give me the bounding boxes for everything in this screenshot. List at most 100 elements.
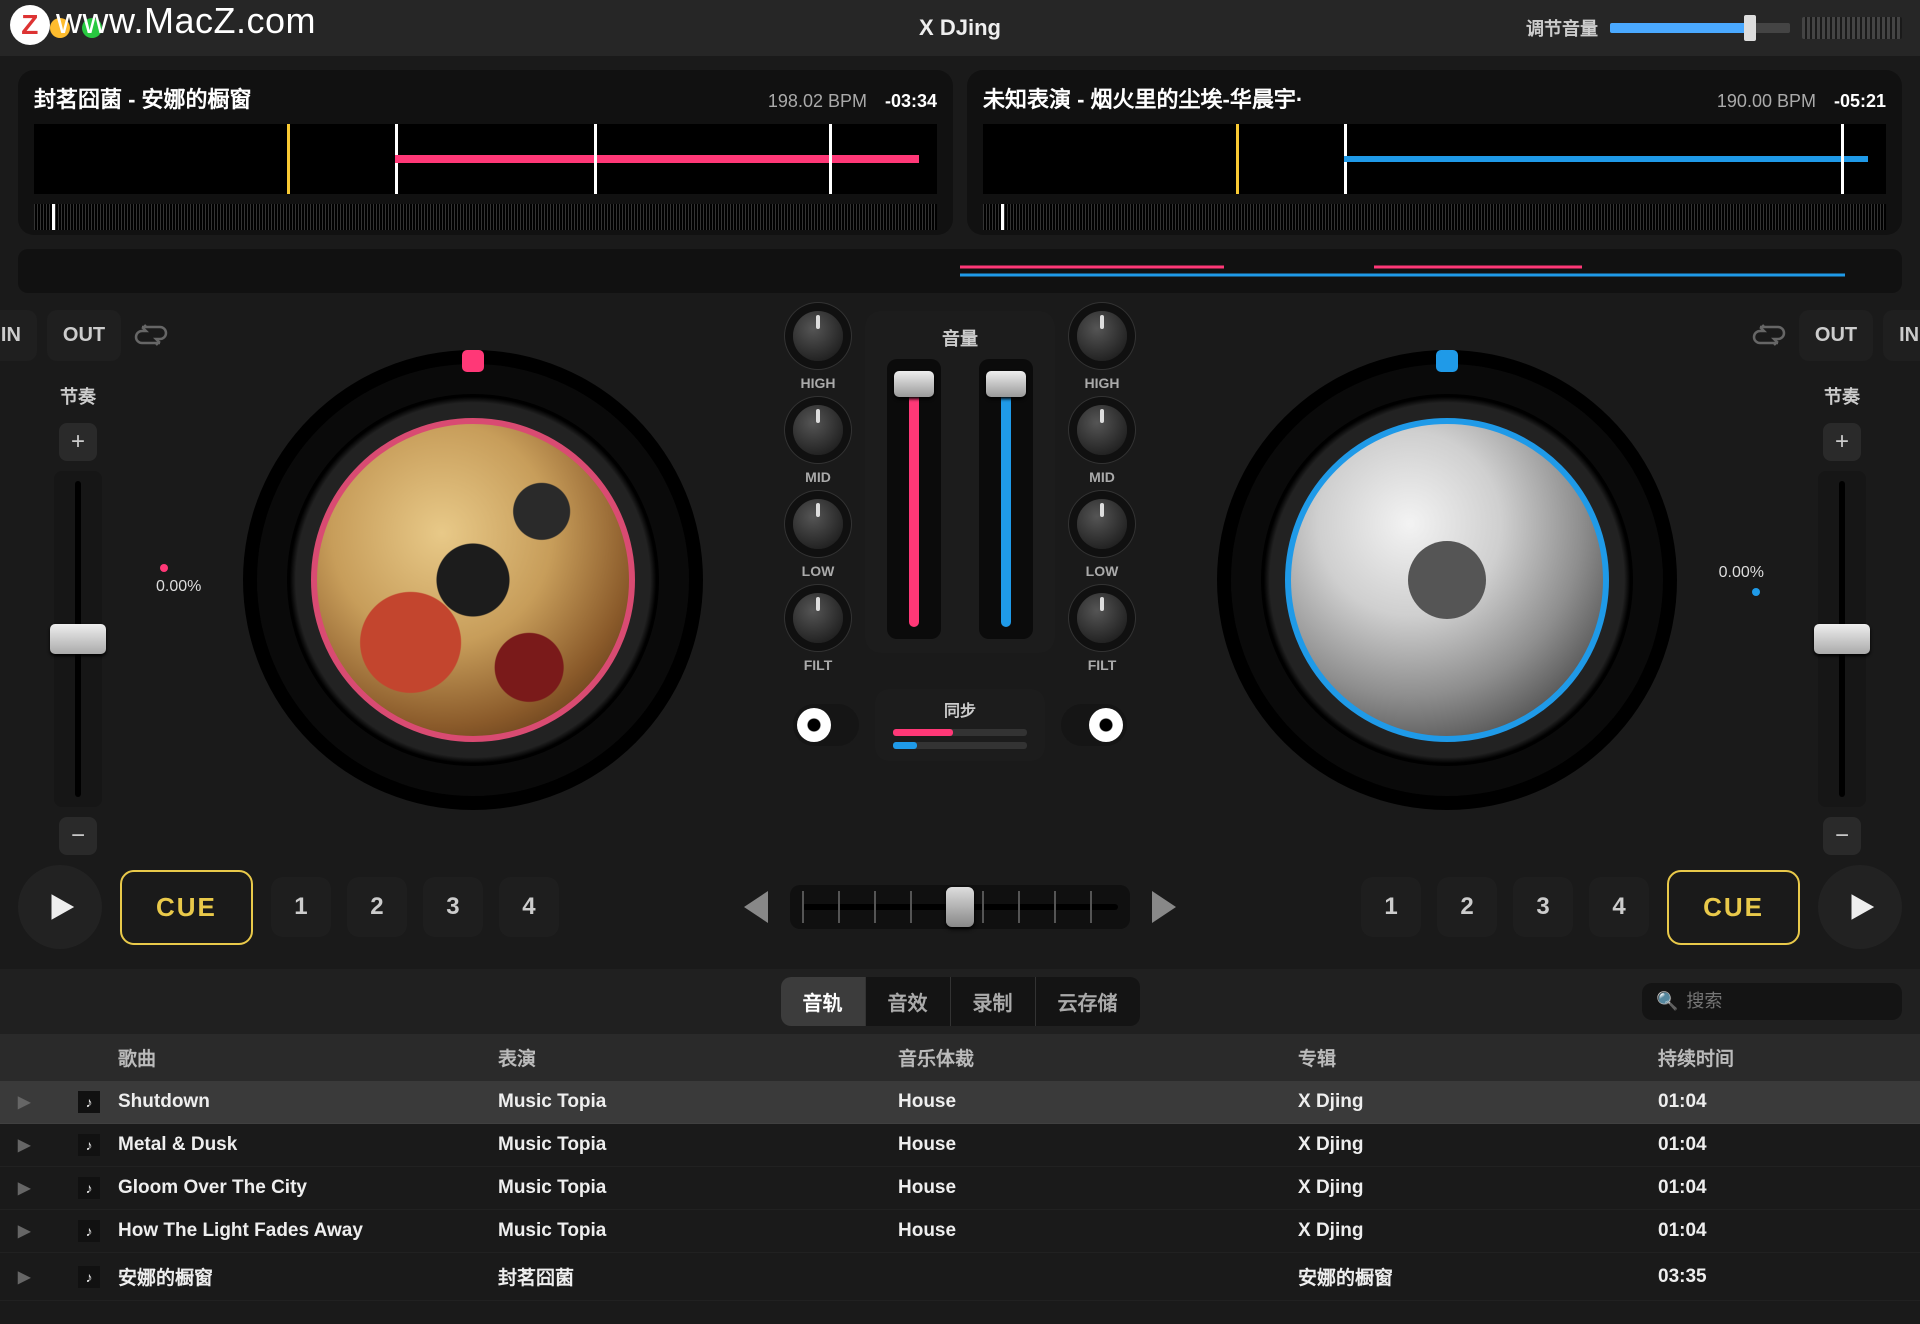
deck-a-volume-fader[interactable] <box>887 359 941 639</box>
track-title: Metal & Dusk <box>118 1134 498 1156</box>
deck-a-hotcue-4[interactable]: 4 <box>499 877 559 937</box>
note-icon: ♪ <box>78 1266 100 1288</box>
track-genre: House <box>898 1091 1298 1113</box>
track-artist: Music Topia <box>498 1091 898 1113</box>
crossfader-nudge-right[interactable] <box>1152 891 1176 923</box>
deck-b-hotcue-3[interactable]: 3 <box>1513 877 1573 937</box>
deck-a-low-knob[interactable] <box>793 499 843 549</box>
col-duration[interactable]: 持续时间 <box>1658 1044 1902 1071</box>
track-artist: Music Topia <box>498 1177 898 1199</box>
deck-b-loop-out-button[interactable]: OUT <box>1799 310 1873 361</box>
timeline-overview[interactable] <box>18 249 1902 293</box>
table-row[interactable]: ▶ ♪ Metal & Dusk Music Topia House X Dji… <box>0 1124 1920 1167</box>
deck-a-bpm: 198.02 BPM <box>768 91 867 112</box>
deck-b-hotcue-1[interactable]: 1 <box>1361 877 1421 937</box>
play-icon[interactable]: ▶ <box>18 1135 78 1155</box>
deck-b-mid-knob[interactable] <box>1077 405 1127 455</box>
table-row[interactable]: ▶ ♪ Shutdown Music Topia House X Djing 0… <box>0 1081 1920 1124</box>
table-row[interactable]: ▶ ♪ 安娜的橱窗 封茗囧菌 安娜的橱窗 03:35 <box>0 1253 1920 1301</box>
table-row[interactable]: ▶ ♪ Gloom Over The City Music Topia Hous… <box>0 1167 1920 1210</box>
deck-b-low-knob[interactable] <box>1077 499 1127 549</box>
track-title: 安娜的橱窗 <box>118 1263 498 1290</box>
deck-a-tempo-label: 节奏 <box>60 383 96 409</box>
deck-a-tempo-value: 0.00% <box>156 578 201 596</box>
play-icon[interactable]: ▶ <box>18 1092 78 1112</box>
track-genre: House <box>898 1177 1298 1199</box>
col-song[interactable]: 歌曲 <box>118 1044 498 1071</box>
deck-a-cue-button[interactable]: CUE <box>120 870 253 945</box>
deck-b-play-button[interactable] <box>1818 865 1902 949</box>
deck-b-waveform[interactable]: 未知表演 - 烟火里的尘埃-华晨宇· 190.00 BPM-05:21 <box>967 70 1902 235</box>
play-icon[interactable]: ▶ <box>18 1267 78 1287</box>
deck-b-tempo-label: 节奏 <box>1824 383 1860 409</box>
close-icon[interactable] <box>18 18 38 38</box>
deck-b-bpm: 190.00 BPM <box>1717 91 1816 112</box>
col-artist[interactable]: 表演 <box>498 1044 898 1071</box>
deck-a-tempo-slider[interactable] <box>54 471 102 807</box>
tab-effects[interactable]: 音效 <box>865 977 950 1026</box>
tab-cloud[interactable]: 云存储 <box>1035 977 1140 1026</box>
play-icon[interactable]: ▶ <box>18 1178 78 1198</box>
track-genre: House <box>898 1220 1298 1242</box>
library-tabs: 音轨 音效 录制 云存储 <box>781 977 1140 1026</box>
maximize-icon[interactable] <box>82 18 102 38</box>
deck-a-track-title: 封茗囧菌 - 安娜的橱窗 <box>34 82 252 114</box>
deck-b-volume-fader[interactable] <box>979 359 1033 639</box>
track-artist: 封茗囧菌 <box>498 1263 898 1290</box>
crossfader[interactable] <box>790 885 1130 929</box>
deck-a-cue-monitor-toggle[interactable] <box>793 704 859 746</box>
library-header: 歌曲 表演 音乐体裁 专辑 持续时间 <box>0 1034 1920 1081</box>
track-album: X Djing <box>1298 1134 1658 1156</box>
tab-record[interactable]: 录制 <box>950 977 1035 1026</box>
deck-b-loop-in-button[interactable]: IN <box>1883 310 1920 361</box>
track-genre: House <box>898 1134 1298 1156</box>
deck-a-jog-wheel[interactable] <box>243 350 703 810</box>
track-duration: 01:04 <box>1658 1134 1902 1156</box>
deck-a-tempo-dot <box>160 564 168 572</box>
deck-a-waveform[interactable]: 封茗囧菌 - 安娜的橱窗 198.02 BPM-03:34 <box>18 70 953 235</box>
crossfader-nudge-left[interactable] <box>744 891 768 923</box>
deck-b-filter-knob[interactable] <box>1077 593 1127 643</box>
deck-b-hotcue-4[interactable]: 4 <box>1589 877 1649 937</box>
deck-b-tempo-dot <box>1752 588 1760 596</box>
sync-label: 同步 <box>944 697 976 721</box>
deck-b-hotcue-2[interactable]: 2 <box>1437 877 1497 937</box>
tab-tracks[interactable]: 音轨 <box>781 977 865 1026</box>
deck-a-mid-knob[interactable] <box>793 405 843 455</box>
deck-a-tempo-plus-button[interactable]: + <box>59 423 97 461</box>
track-title: How The Light Fades Away <box>118 1220 498 1242</box>
deck-a-loop-in-button[interactable]: IN <box>0 310 37 361</box>
deck-b-cue-button[interactable]: CUE <box>1667 870 1800 945</box>
deck-a-filter-knob[interactable] <box>793 593 843 643</box>
track-duration: 03:35 <box>1658 1266 1902 1288</box>
deck-b-high-knob[interactable] <box>1077 311 1127 361</box>
deck-a-hotcue-2[interactable]: 2 <box>347 877 407 937</box>
deck-a-loop-out-button[interactable]: OUT <box>47 310 121 361</box>
deck-b-tempo-minus-button[interactable]: − <box>1823 817 1861 855</box>
deck-a-tempo-minus-button[interactable]: − <box>59 817 97 855</box>
deck-b-tempo-plus-button[interactable]: + <box>1823 423 1861 461</box>
deck-a-hotcue-1[interactable]: 1 <box>271 877 331 937</box>
track-duration: 01:04 <box>1658 1177 1902 1199</box>
deck-b-loop-icon[interactable] <box>1749 320 1789 350</box>
table-row[interactable]: ▶ ♪ How The Light Fades Away Music Topia… <box>0 1210 1920 1253</box>
track-album: X Djing <box>1298 1177 1658 1199</box>
deck-b-jog-wheel[interactable] <box>1217 350 1677 810</box>
play-icon[interactable]: ▶ <box>18 1221 78 1241</box>
track-album: X Djing <box>1298 1091 1658 1113</box>
master-volume-slider[interactable] <box>1610 23 1790 33</box>
deck-b-tempo-slider[interactable] <box>1818 471 1866 807</box>
search-box[interactable]: 🔍 <box>1642 983 1902 1020</box>
sync-meter[interactable] <box>893 729 1027 749</box>
master-vu-meter <box>1802 17 1902 39</box>
track-album: 安娜的橱窗 <box>1298 1263 1658 1290</box>
search-input[interactable] <box>1686 991 1888 1012</box>
col-album[interactable]: 专辑 <box>1298 1044 1658 1071</box>
deck-a-hotcue-3[interactable]: 3 <box>423 877 483 937</box>
deck-a-play-button[interactable] <box>18 865 102 949</box>
deck-b-cue-monitor-toggle[interactable] <box>1061 704 1127 746</box>
track-duration: 01:04 <box>1658 1091 1902 1113</box>
minimize-icon[interactable] <box>50 18 70 38</box>
deck-a-high-knob[interactable] <box>793 311 843 361</box>
col-genre[interactable]: 音乐体裁 <box>898 1044 1298 1071</box>
